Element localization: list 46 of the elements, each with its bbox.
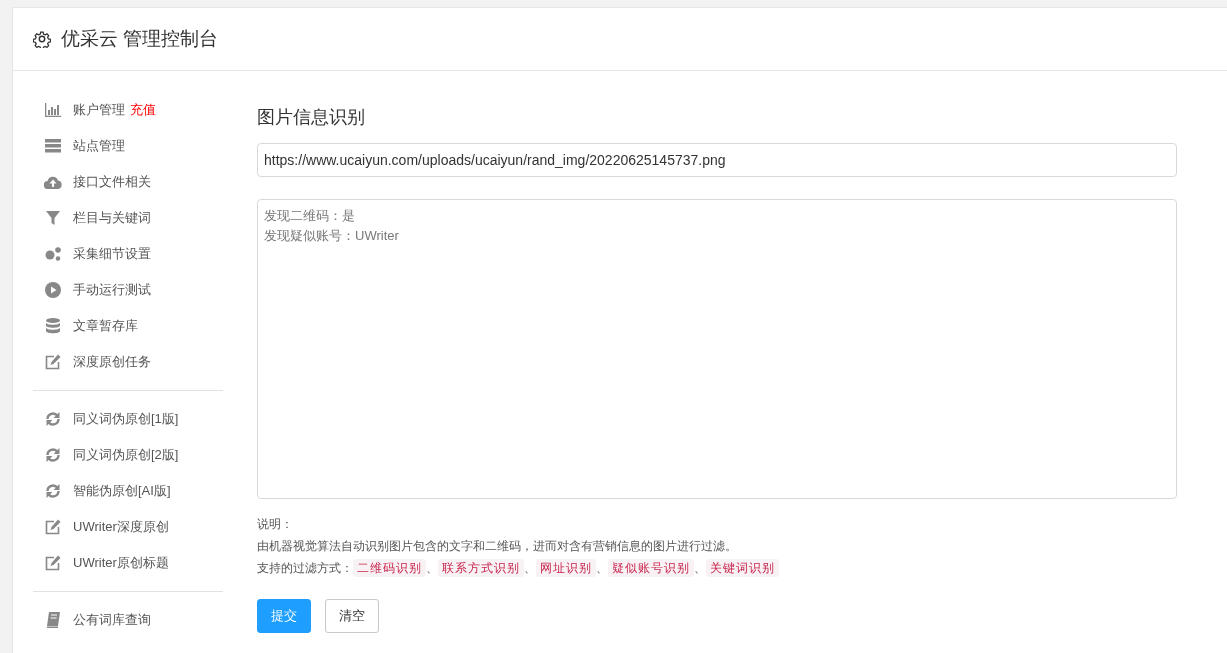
result-field[interactable]: 发现二维码：是 发现疑似账号：UWriter bbox=[257, 199, 1177, 499]
url-field[interactable]: https://www.ucaiyun.com/uploads/ucaiyun/rand_img/20220625145737.png bbox=[257, 143, 1177, 177]
separator: 、 bbox=[694, 561, 706, 575]
sidebar-item[interactable]: 账户管理 bbox=[73, 101, 125, 119]
filter-icon bbox=[46, 211, 60, 225]
sidebar-item[interactable]: 采集细节设置 bbox=[73, 245, 151, 263]
clear-button[interactable]: 清空 bbox=[325, 599, 379, 633]
sidebar-item[interactable]: 公有词库查询 bbox=[73, 611, 151, 629]
play-icon bbox=[45, 282, 61, 298]
filter-tag: 联系方式识别 bbox=[438, 559, 524, 577]
refresh-icon bbox=[45, 447, 61, 463]
edit-icon bbox=[45, 519, 61, 535]
edit-icon bbox=[45, 354, 61, 370]
filter-tag: 网址识别 bbox=[536, 559, 596, 577]
filter-tag: 二维码识别 bbox=[353, 559, 426, 577]
notes-heading: 说明： bbox=[257, 516, 294, 533]
sidebar-item[interactable]: 栏目与关键词 bbox=[73, 209, 151, 227]
sidebar-item[interactable]: 接口文件相关 bbox=[73, 173, 151, 191]
sidebar-item[interactable]: 手动运行测试 bbox=[73, 281, 151, 299]
sidebar-item[interactable]: 智能伪原创[AI版] bbox=[73, 482, 171, 500]
description-text: 由机器视觉算法自动识别图片包含的文字和二维码，进而对含有营销信息的图片进行过滤。 bbox=[257, 538, 738, 555]
sidebar-item[interactable]: 同义词伪原创[1版] bbox=[73, 410, 179, 428]
refresh-icon bbox=[45, 483, 61, 499]
sidebar-item[interactable]: UWriter原创标题 bbox=[73, 554, 169, 572]
recharge-link[interactable]: 充值 bbox=[130, 101, 156, 119]
filter-tag: 疑似账号识别 bbox=[608, 559, 694, 577]
filter-tag: 关键词识别 bbox=[706, 559, 779, 577]
sidebar-item[interactable]: 同义词伪原创[2版] bbox=[73, 446, 179, 464]
settings-icon bbox=[33, 30, 51, 48]
filters-label: 支持的过滤方式： bbox=[257, 561, 353, 575]
edit-icon bbox=[45, 555, 61, 571]
refresh-icon bbox=[45, 411, 61, 427]
cloud-upload-icon bbox=[44, 175, 62, 189]
app-title: 优采云 管理控制台 bbox=[61, 27, 219, 51]
sidebar-item[interactable]: 深度原创任务 bbox=[73, 353, 151, 371]
separator: 、 bbox=[524, 561, 536, 575]
list-icon bbox=[45, 139, 61, 153]
bar-chart-icon bbox=[45, 103, 61, 117]
sidebar-item[interactable]: 站点管理 bbox=[73, 137, 125, 155]
separator: 、 bbox=[426, 561, 438, 575]
sidebar-item[interactable]: 文章暂存库 bbox=[73, 317, 138, 335]
page-title: 图片信息识别 bbox=[257, 106, 366, 129]
database-icon bbox=[46, 318, 60, 334]
sidebar-item[interactable]: UWriter深度原创 bbox=[73, 518, 169, 536]
book-icon bbox=[46, 612, 60, 628]
separator: 、 bbox=[596, 561, 608, 575]
